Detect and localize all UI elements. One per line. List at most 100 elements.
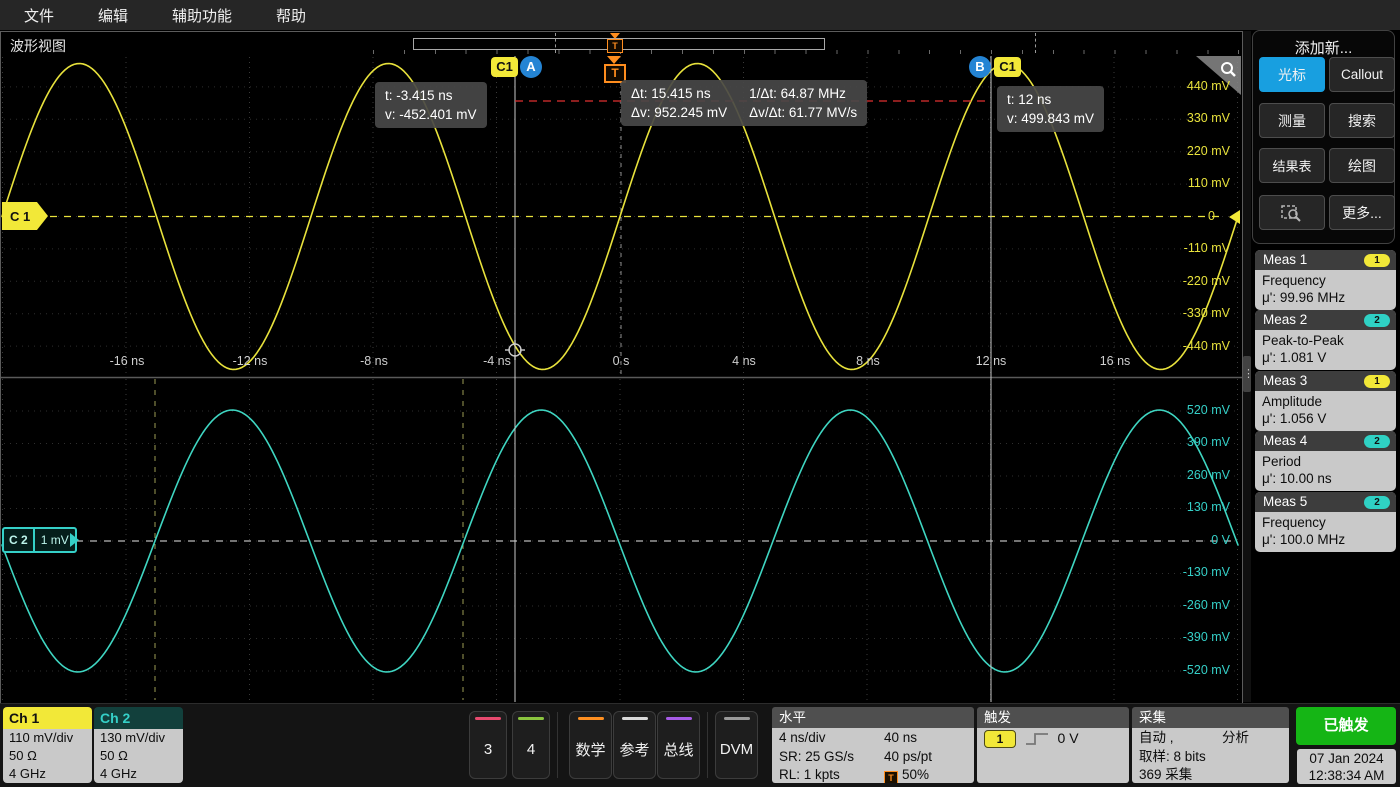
meas-1-card[interactable]: Meas 1 1 Frequency μ': 99.96 MHz (1255, 250, 1396, 310)
cursor-a-time: t: -3.415 ns (385, 88, 453, 103)
search-button[interactable]: 搜索 (1329, 103, 1395, 138)
math-button[interactable]: 数学 (569, 711, 612, 779)
ch1-settings-badge[interactable]: Ch 1 110 mV/div 50 Ω 4 GHz (3, 707, 92, 783)
meas-3-title: Meas 3 (1263, 373, 1308, 388)
cursor-a-voltage: v: -452.401 mV (385, 107, 477, 122)
ch1-scale: 110 mV/div (9, 730, 74, 745)
ch2-reference-pointer-icon (70, 533, 79, 547)
ch2-reference-marker[interactable]: C 2 1 mV (2, 527, 77, 553)
delta-t: Δt: 15.415 ns (631, 86, 711, 101)
menu-utility[interactable]: 辅助功能 (172, 5, 232, 26)
ch2-bandwidth: 4 GHz (100, 766, 137, 781)
time-tick-label: 4 ns (732, 354, 756, 368)
waveform-view-tab[interactable]: 波形视图 (10, 36, 66, 56)
horizontal-resolution: 40 ps/pt (884, 748, 933, 764)
cursors-button[interactable]: 光标 (1259, 57, 1325, 92)
rising-edge-icon (1025, 733, 1048, 746)
time-tick-label: -8 ns (360, 354, 388, 368)
ch4-button-label: 4 (526, 740, 536, 758)
ch2-settings-badge[interactable]: Ch 2 130 mV/div 50 Ω 4 GHz (94, 707, 183, 783)
dvm-button-label: DVM (719, 740, 754, 758)
ch2-v-label: -130 mV (1182, 565, 1230, 579)
ch1-v-label: -330 mV (1182, 306, 1230, 320)
cursor-b-time: t: 12 ns (1007, 92, 1052, 107)
ch2-v-label: -260 mV (1182, 598, 1230, 612)
trigger-pos-icon: T (884, 771, 898, 783)
ch2-reference-label: C 2 (4, 529, 35, 551)
oscilloscope-app: 文件 编辑 辅助功能 帮助 波形视图 T T C1 A B C1 t: -3.4… (0, 0, 1400, 787)
meas-2-name: Peak-to-Peak (1262, 333, 1344, 348)
ref-button-label: 参考 (619, 741, 650, 759)
time-tick-label: 0 s (612, 354, 630, 368)
time-label: 12:38:34 AM (1308, 768, 1385, 783)
acquisition-analyze: 分析 (1222, 730, 1249, 745)
acquisition-panel[interactable]: 采集 自动 , 分析 取样: 8 bits 369 采集 (1132, 707, 1289, 783)
horizontal-sr: SR: 25 GS/s (779, 748, 855, 764)
triggered-status: 已触发 (1296, 707, 1396, 745)
meas-5-source-badge: 2 (1364, 495, 1390, 509)
ch1-v-label: -110 mV (1183, 241, 1230, 255)
date-label: 07 Jan 2024 (1309, 751, 1384, 766)
meas-3-value: μ': 1.056 V (1262, 411, 1327, 426)
zoom-box-button[interactable] (1259, 195, 1325, 230)
meas-4-value: μ': 10.00 ns (1262, 471, 1332, 486)
cursor-b-handle[interactable]: B (969, 56, 991, 78)
separator (707, 712, 708, 778)
time-tick-label: -4 ns (483, 354, 511, 368)
more-button[interactable]: 更多... (1329, 195, 1395, 230)
menu-bar: 文件 编辑 辅助功能 帮助 (0, 0, 1400, 30)
meas-2-card[interactable]: Meas 2 2 Peak-to-Peak μ': 1.081 V (1255, 310, 1396, 370)
graticule-canvas[interactable] (1, 55, 1242, 703)
meas-5-value: μ': 100.0 MHz (1262, 532, 1346, 547)
ch1-v-label: 330 mV (1186, 111, 1230, 125)
ch2-v-label: 390 mV (1186, 435, 1230, 449)
callout-button[interactable]: Callout (1329, 57, 1395, 92)
menu-help[interactable]: 帮助 (276, 5, 306, 26)
horizontal-panel[interactable]: 水平 4 ns/div SR: 25 GS/s RL: 1 kpts 40 ns… (772, 707, 974, 783)
horizontal-window: 40 ns (884, 730, 918, 745)
trigger-source-badge: 1 (984, 730, 1016, 749)
trigger-level: 0 V (1057, 730, 1079, 746)
plot-button[interactable]: 绘图 (1329, 148, 1395, 183)
cursor-a-channel-badge: C1 (491, 57, 518, 77)
splitter-handle[interactable]: ⋮ (1243, 356, 1254, 392)
acquisition-mode: 自动 , (1139, 730, 1174, 745)
ch1-v-label: -440 mV (1182, 339, 1230, 353)
cursor-b-channel-badge: C1 (994, 57, 1021, 77)
time-tick-label: 16 ns (1099, 354, 1131, 368)
trigger-panel[interactable]: 触发 1 0 V (977, 707, 1129, 783)
menu-file[interactable]: 文件 (24, 5, 54, 26)
results-table-button[interactable]: 结果表 (1259, 148, 1325, 183)
ch2-v-label: -520 mV (1182, 663, 1230, 677)
meas-5-card[interactable]: Meas 5 2 Frequency μ': 100.0 MHz (1255, 492, 1396, 552)
magnifier-icon (1221, 62, 1236, 77)
meas-3-name: Amplitude (1262, 394, 1323, 409)
cursor-b-voltage: v: 499.843 mV (1007, 111, 1095, 126)
cursor-a-handle[interactable]: A (520, 56, 542, 78)
meas-3-card[interactable]: Meas 3 1 Amplitude μ': 1.056 V (1255, 371, 1396, 431)
meas-3-source-badge: 1 (1364, 374, 1390, 388)
ch2-label: Ch 2 (94, 707, 183, 729)
acquisition-sample: 取样: 8 bits (1139, 748, 1206, 764)
ch4-button[interactable]: 4 (512, 711, 550, 779)
math-button-label: 数学 (575, 741, 606, 759)
horizontal-rl: RL: 1 kpts (779, 767, 840, 782)
meas-4-card[interactable]: Meas 4 2 Period μ': 10.00 ns (1255, 431, 1396, 491)
horizontal-position: 50% (902, 767, 930, 782)
ch1-v-label: 440 mV (1186, 79, 1230, 93)
ch1-v-label: 220 mV (1186, 144, 1230, 158)
ch1-label: Ch 1 (3, 707, 92, 729)
bus-button[interactable]: 总线 (657, 711, 700, 779)
meas-1-value: μ': 99.96 MHz (1262, 290, 1346, 305)
ch2-v-label: 520 mV (1186, 403, 1230, 417)
ch3-button[interactable]: 3 (469, 711, 507, 779)
measure-button[interactable]: 测量 (1259, 103, 1325, 138)
menu-edit[interactable]: 编辑 (98, 5, 128, 26)
inverse-delta-t: 1/Δt: 64.87 MHz (749, 86, 846, 101)
ref-button[interactable]: 参考 (613, 711, 656, 779)
add-new-title: 添加新... (1294, 40, 1353, 57)
datetime-display: 07 Jan 2024 12:38:34 AM (1297, 749, 1396, 784)
dvm-button[interactable]: DVM (715, 711, 758, 779)
ch1-zero-arrow-icon (1229, 210, 1240, 224)
meas-5-name: Frequency (1262, 515, 1326, 530)
